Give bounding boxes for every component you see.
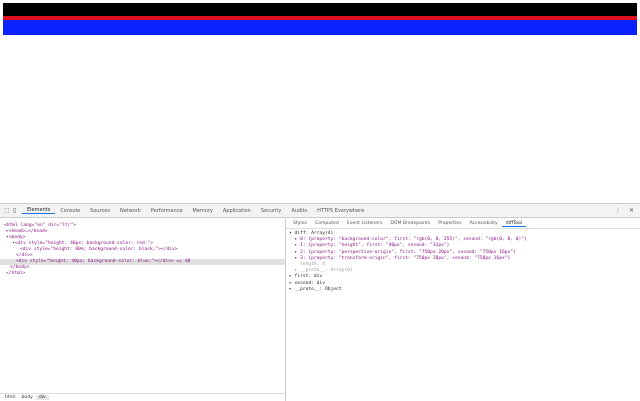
tab-performance[interactable]: Performance (146, 208, 188, 214)
tab-dom-breakpoints[interactable]: DOM Breakpoints (386, 221, 434, 226)
tab-elements[interactable]: Elements (22, 207, 56, 214)
devtools-tab-bar: ⬚ ▯ Elements Console Sources Network Per… (0, 204, 640, 218)
tab-event-listeners[interactable]: Event Listeners (343, 221, 387, 226)
tab-accessibility[interactable]: Accessibility (465, 221, 501, 226)
tab-application[interactable]: Application (218, 208, 256, 214)
crumb-body[interactable]: body (18, 395, 35, 400)
dom-node-close-html: </html> (6, 271, 26, 276)
breadcrumb: html body div (0, 393, 285, 400)
diff-output: ▾ diff: Array(4) ▸ 0: {property: "backgr… (286, 229, 640, 293)
tab-audits[interactable]: Audits (286, 208, 312, 214)
tab-styles[interactable]: Styles (289, 221, 311, 226)
tab-memory[interactable]: Memory (188, 208, 218, 214)
tab-properties[interactable]: Properties (434, 221, 465, 226)
proto-row[interactable]: ▸ __proto__: Object (289, 287, 640, 293)
device-toolbar-icon[interactable]: ▯ (13, 207, 22, 214)
blue-div (3, 20, 637, 35)
tab-https-everywhere[interactable]: HTTPS Everywhere (312, 208, 369, 214)
more-icon[interactable]: ⋮ (615, 207, 621, 214)
tab-computed[interactable]: Computed (311, 221, 343, 226)
tab-console[interactable]: Console (55, 208, 85, 214)
black-div (3, 3, 637, 16)
rendered-page (3, 3, 637, 35)
red-div (3, 3, 637, 20)
tab-difftool[interactable]: diffTool (501, 221, 527, 227)
devtools-panel: ⬚ ▯ Elements Console Sources Network Per… (0, 203, 640, 401)
tab-network[interactable]: Network (115, 208, 146, 214)
close-icon[interactable]: ✕ (629, 207, 634, 214)
sidebar-tabs: Styles Computed Event Listeners DOM Brea… (286, 219, 640, 229)
crumb-html[interactable]: html (2, 395, 18, 400)
sidebar-pane: Styles Computed Event Listeners DOM Brea… (285, 219, 640, 401)
crumb-div[interactable]: div (35, 394, 49, 400)
elements-tree: <html lang="en" dir="ltr"> ▸<head>…</hea… (0, 219, 285, 395)
tab-sources[interactable]: Sources (85, 208, 115, 214)
inspect-icon[interactable]: ⬚ (4, 207, 13, 214)
tab-security[interactable]: Security (256, 208, 287, 214)
